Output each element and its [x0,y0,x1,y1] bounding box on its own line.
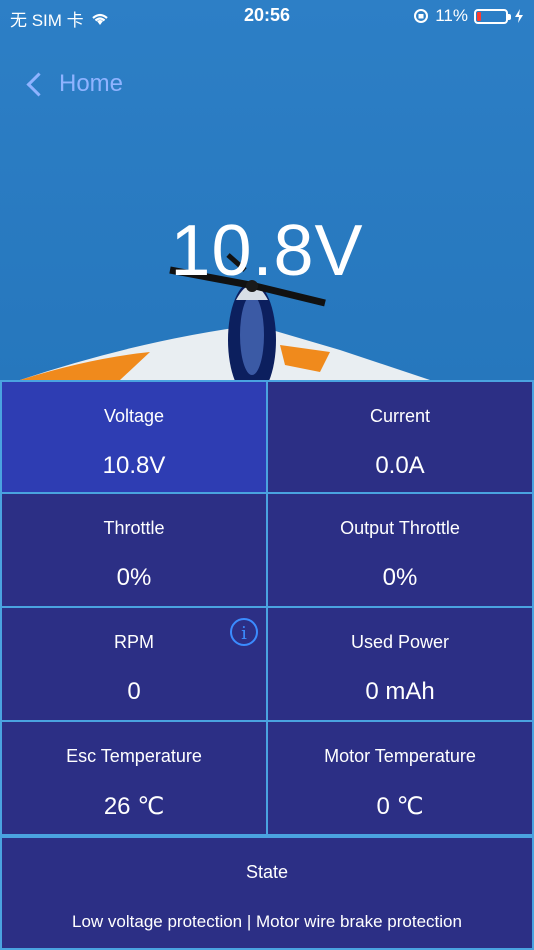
voltage-cell[interactable]: Voltage 10.8V [0,380,268,494]
current-cell[interactable]: Current 0.0A [266,380,534,494]
esc-temperature-value: 26 ℃ [103,793,165,820]
chevron-left-icon [26,71,51,97]
esc-temperature-cell[interactable]: Esc Temperature 26 ℃ [0,720,268,836]
used-power-label: Used Power [350,632,450,652]
motor-temperature-label: Motor Temperature [324,746,476,766]
rpm-value: 0 [127,678,141,705]
rpm-label: RPM [114,632,154,652]
motor-temperature-value: 0 ℃ [376,793,424,820]
output-throttle-value: 0% [382,564,418,591]
battery-icon [474,8,511,24]
throttle-value: 0% [116,564,152,591]
throttle-cell[interactable]: Throttle 0% [0,492,268,608]
battery-percent: 11% [435,6,468,25]
used-power-cell[interactable]: Used Power 0 mAh [266,606,534,722]
throttle-label: Throttle [103,518,165,538]
state-panel: State Low voltage protection | Motor wir… [0,836,534,950]
esc-temperature-label: Esc Temperature [66,746,202,766]
voltage-label: Voltage [103,406,165,426]
current-value: 0.0A [375,452,425,479]
state-value: Low voltage protection | Motor wire brak… [72,912,462,931]
telemetry-grid: Voltage 10.8V Current 0.0A Throttle 0% O… [0,380,534,950]
current-label: Current [369,406,431,426]
info-icon[interactable]: i [230,618,258,646]
motor-temperature-cell[interactable]: Motor Temperature 0 ℃ [266,720,534,836]
back-label: Home [59,70,124,97]
used-power-value: 0 mAh [365,678,435,705]
output-throttle-label: Output Throttle [340,518,460,538]
output-throttle-cell[interactable]: Output Throttle 0% [266,492,534,608]
voltage-value: 10.8V [102,452,166,479]
status-bar: 无 SIM 卡 20:56 11% [0,0,534,32]
back-button[interactable]: Home [26,70,124,98]
rotation-lock-icon [414,9,429,23]
rpm-cell[interactable]: RPM 0 i [0,606,268,722]
charging-icon [515,9,523,23]
hero-voltage: 10.8V [170,211,364,291]
state-label: State [245,862,289,882]
